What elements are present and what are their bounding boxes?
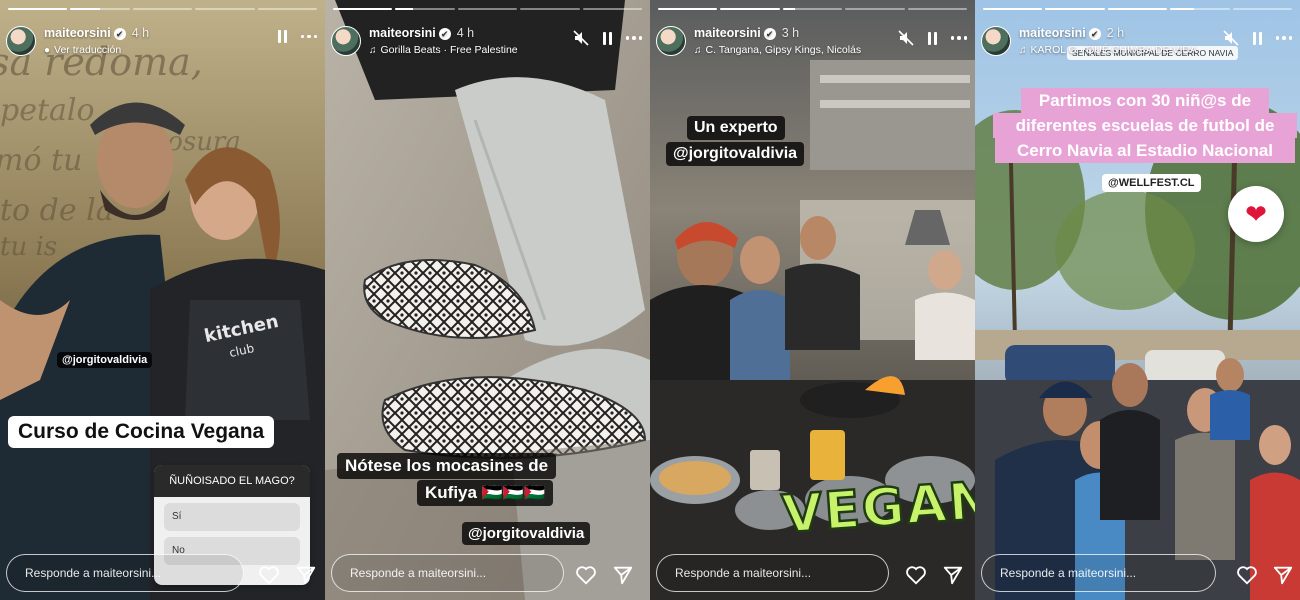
story-2[interactable]: maiteorsini ✔ 4 h ♫ Gorilla Beats · Free Pa…	[325, 0, 650, 600]
pause-icon[interactable]	[602, 31, 612, 45]
poll-question: ÑUÑOISADO EL MAGO?	[154, 465, 310, 497]
like-heart-icon[interactable]	[258, 564, 280, 586]
verified-icon: ✔	[113, 27, 126, 40]
pause-icon[interactable]	[1252, 31, 1262, 45]
like-heart-icon[interactable]	[1236, 564, 1258, 586]
send-icon[interactable]	[1272, 564, 1294, 586]
like-heart-icon[interactable]	[575, 564, 597, 586]
mention-tag[interactable]: @WELLFEST.CL	[1102, 174, 1201, 192]
avatar[interactable]	[331, 26, 361, 56]
username[interactable]: maiteorsini ✔ 4 h	[44, 26, 149, 40]
mute-icon[interactable]	[572, 30, 589, 46]
story-progress	[333, 8, 643, 10]
music-info[interactable]: ♫ KAROL G · QUÉ CHIMBA DE VIDA	[1019, 44, 1197, 56]
story-text-line-1: Nótese los mocasines de	[337, 453, 557, 479]
mention-tag[interactable]: @jorgitovaldivia	[666, 142, 805, 166]
story-4[interactable]: maiteorsini ✔ 2 h ♫ KAROL G · QUÉ CHIMBA DE…	[975, 0, 1300, 600]
more-options-icon[interactable]	[1275, 36, 1292, 40]
pause-icon[interactable]	[277, 30, 287, 43]
send-icon[interactable]	[295, 564, 317, 586]
svg-text:tu is: tu is	[0, 232, 57, 262]
like-heart-icon[interactable]	[905, 564, 927, 586]
avatar[interactable]	[656, 26, 686, 56]
reply-input[interactable]: Responde a maiteorsini...	[331, 554, 564, 592]
story-2-photo	[325, 0, 650, 600]
more-options-icon[interactable]	[300, 34, 317, 39]
avatar[interactable]	[6, 26, 36, 56]
poll-option-si[interactable]: Sí	[164, 503, 300, 531]
heart-reaction-icon[interactable]: ❤	[1228, 186, 1284, 242]
translate-icon: ●	[44, 45, 51, 56]
story-caption: Curso de Cocina Vegana	[8, 416, 275, 448]
more-options-icon[interactable]	[625, 36, 642, 40]
username[interactable]: maiteorsini ✔ 3 h	[694, 26, 799, 40]
reply-input[interactable]: Responde a maiteorsini...	[981, 554, 1216, 592]
mention-tag[interactable]: @jorgitovaldivia	[57, 352, 153, 368]
pause-icon[interactable]	[927, 31, 937, 45]
story-text-line-2: Kufiya 🇵🇸🇵🇸🇵🇸	[417, 480, 554, 506]
svg-text:to de la: to de la	[0, 193, 114, 228]
story-1[interactable]: sa redoma, petalo ntosura mó tu to de la…	[0, 0, 325, 600]
story-progress	[658, 8, 968, 10]
avatar[interactable]	[981, 26, 1011, 56]
music-icon: ♫	[1019, 45, 1027, 56]
username[interactable]: maiteorsini ✔ 4 h	[369, 26, 474, 40]
story-progress	[8, 8, 318, 10]
send-icon[interactable]	[612, 564, 634, 586]
mute-icon[interactable]	[897, 30, 914, 46]
story-header: maiteorsini ✔ 4 h ● Ver traducción	[6, 22, 317, 62]
music-icon: ♫	[369, 45, 377, 56]
story-header: maiteorsini ✔ 4 h ♫ Gorilla Beats · Free Pa…	[331, 22, 642, 62]
story-progress	[983, 8, 1293, 10]
banner-line-3: Cerro Navia al Estadio Nacional	[995, 138, 1295, 163]
story-text: Un experto	[687, 116, 785, 140]
mention-tag[interactable]: @jorgitovaldivia	[462, 522, 591, 545]
verified-icon: ✔	[438, 27, 451, 40]
more-options-icon[interactable]	[950, 36, 967, 40]
verified-icon: ✔	[1088, 27, 1101, 40]
banner-line-1: Partimos con 30 niñ@s de	[1021, 88, 1269, 113]
svg-text:petalo: petalo	[0, 93, 95, 128]
music-info[interactable]: ♫ Gorilla Beats · Free Palestine	[369, 44, 518, 56]
music-icon: ♫	[694, 45, 702, 56]
story-header: maiteorsini ✔ 2 h ♫ KAROL G · QUÉ CHIMBA DE…	[981, 22, 1292, 62]
reply-input[interactable]: Responde a maiteorsini...	[656, 554, 889, 592]
banner-line-2: diferentes escuelas de futbol de	[993, 113, 1297, 138]
story-header: maiteorsini ✔ 3 h ♫ C. Tangana, Gipsy Kings…	[656, 22, 967, 62]
mute-icon[interactable]	[1222, 30, 1239, 46]
svg-text:mó tu: mó tu	[0, 143, 82, 178]
story-3[interactable]: maiteorsini ✔ 3 h ♫ C. Tangana, Gipsy Kings…	[650, 0, 975, 600]
verified-icon: ✔	[763, 27, 776, 40]
send-icon[interactable]	[942, 564, 964, 586]
music-info[interactable]: ♫ C. Tangana, Gipsy Kings, Nicolás	[694, 44, 861, 56]
translate-link[interactable]: ● Ver traducción	[44, 44, 121, 56]
username[interactable]: maiteorsini ✔ 2 h	[1019, 26, 1124, 40]
reply-input[interactable]: Responde a maiteorsini...	[6, 554, 244, 592]
